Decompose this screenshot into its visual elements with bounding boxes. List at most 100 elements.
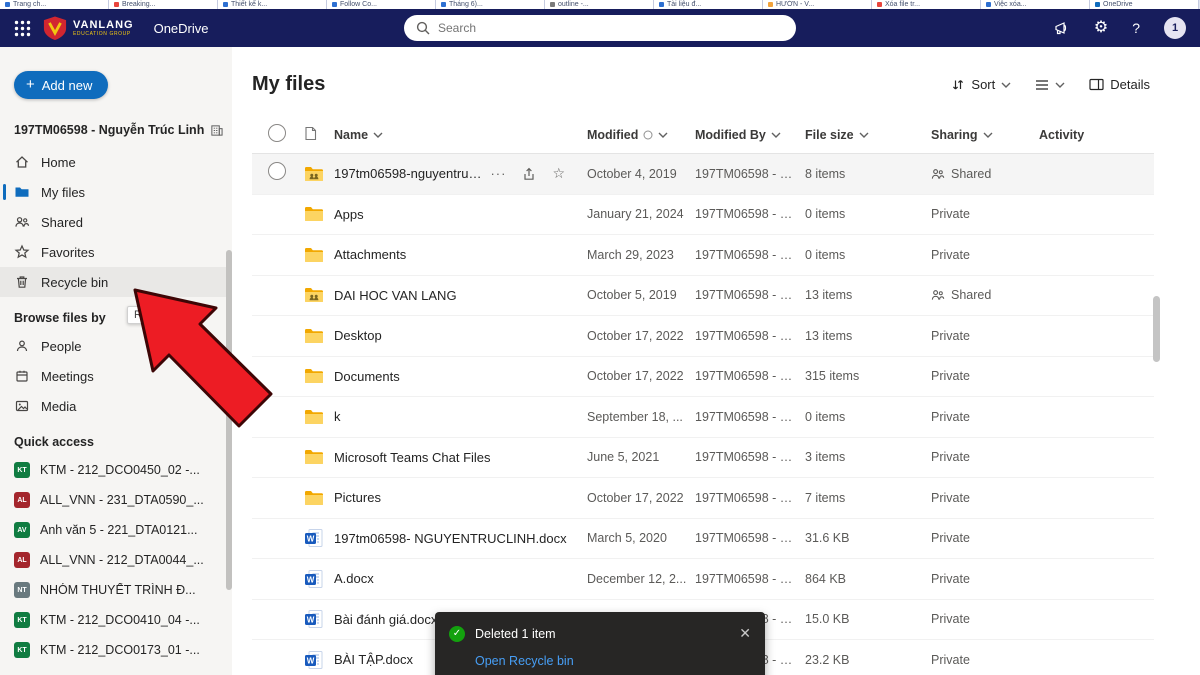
modified-by[interactable]: 197TM06598 - Ngu: [695, 450, 805, 464]
column-sharing[interactable]: Sharing: [931, 128, 1039, 142]
quick-access-item[interactable]: KT KTM - 212_DCO0410_04 -...: [0, 605, 232, 635]
account-name[interactable]: 197TM06598 - Nguyễn Trúc Linh: [14, 123, 222, 137]
modified-by[interactable]: 197TM06598 - Ngu: [695, 248, 805, 262]
sidebar-scrollbar[interactable]: [226, 250, 232, 590]
modified-by[interactable]: 197TM06598 - Ngu: [695, 369, 805, 383]
sidebar-item-shared[interactable]: Shared: [0, 207, 232, 237]
file-name[interactable]: k: [334, 409, 341, 424]
sharing-status[interactable]: Private: [931, 612, 1039, 626]
main-scrollbar[interactable]: [1153, 296, 1160, 362]
quick-access-item[interactable]: KT KTM - 212_DCO0450_02 -...: [0, 455, 232, 485]
table-row[interactable]: W Documents ··· ☆ October 17, 2: [252, 357, 1154, 398]
file-name[interactable]: 197tm06598- NGUYENTRUCLINH.docx: [334, 531, 567, 546]
file-name[interactable]: DAI HOC VAN LANG: [334, 288, 457, 303]
browser-tab[interactable]: outline -...: [545, 0, 654, 9]
sharing-status[interactable]: Private: [931, 329, 1039, 343]
sidebar-item-my-files[interactable]: My files: [0, 177, 232, 207]
search-input[interactable]: [438, 21, 784, 35]
sidebar-item-meetings[interactable]: Meetings: [0, 361, 232, 391]
table-row[interactable]: W A.docx ··· ☆ December 12, 2..: [252, 559, 1154, 600]
file-name[interactable]: Bài đánh giá.docx: [334, 612, 437, 627]
sharing-status[interactable]: Shared: [931, 167, 1039, 181]
table-row[interactable]: W Pictures ··· ☆ October 17, 20: [252, 478, 1154, 519]
modified-by[interactable]: 197TM06598 - Ngu: [695, 288, 805, 302]
modified-by[interactable]: 197TM06598 - Ngu: [695, 329, 805, 343]
file-name[interactable]: 197tm06598-nguyentruclinh: [334, 166, 484, 181]
file-name[interactable]: Apps: [334, 207, 364, 222]
quick-access-item[interactable]: AL ALL_VNN - 231_DTA0590_...: [0, 485, 232, 515]
sidebar-item-favorites[interactable]: Favorites: [0, 237, 232, 267]
sidebar-item-media[interactable]: Media: [0, 391, 232, 421]
search-bar[interactable]: [404, 15, 796, 41]
file-name[interactable]: Pictures: [334, 490, 381, 505]
settings-gear-icon[interactable]: ⚙: [1094, 20, 1108, 36]
modified-by[interactable]: 197TM06598 - Ngu: [695, 167, 805, 181]
column-modified-by[interactable]: Modified By: [695, 128, 805, 142]
table-row[interactable]: W k ··· ☆ September 18, ...: [252, 397, 1154, 438]
file-name[interactable]: Desktop: [334, 328, 382, 343]
quick-access-item[interactable]: NT NHÓM THUYẾT TRÌNH Đ...: [0, 575, 232, 605]
sharing-status[interactable]: Private: [931, 653, 1039, 667]
toast-close-icon[interactable]: ✕: [739, 625, 751, 642]
browser-tab[interactable]: Thiết kế k...: [218, 0, 327, 9]
column-activity[interactable]: Activity: [1039, 128, 1154, 142]
sharing-status[interactable]: Private: [931, 207, 1039, 221]
account-avatar[interactable]: 1: [1164, 17, 1186, 39]
file-type-column-icon[interactable]: [304, 126, 317, 141]
sidebar-item-home[interactable]: Home: [0, 147, 232, 177]
table-row[interactable]: W Desktop ··· ☆ October 17, 202: [252, 316, 1154, 357]
column-modified[interactable]: Modified: [587, 128, 695, 142]
quick-access-item[interactable]: AV Anh văn 5 - 221_DTA0121...: [0, 515, 232, 545]
help-icon[interactable]: ?: [1132, 20, 1140, 36]
modified-by[interactable]: 197TM06598 - Ngu: [695, 572, 805, 586]
file-name[interactable]: A.docx: [334, 571, 374, 586]
file-name[interactable]: Attachments: [334, 247, 406, 262]
browser-tab[interactable]: OneDrive: [1090, 0, 1199, 9]
sharing-status[interactable]: Private: [931, 450, 1039, 464]
browser-tab[interactable]: Xóa file tr...: [872, 0, 981, 9]
browser-tab[interactable]: Tháng 6)...: [436, 0, 545, 9]
browser-tab[interactable]: Việc xóa...: [981, 0, 1090, 9]
row-checkbox[interactable]: [268, 162, 286, 180]
browser-tab[interactable]: Tài liệu đ...: [654, 0, 763, 9]
sharing-status[interactable]: Private: [931, 248, 1039, 262]
sharing-status[interactable]: Private: [931, 369, 1039, 383]
more-actions-icon[interactable]: ···: [490, 166, 506, 181]
table-row[interactable]: W Apps ··· ☆ January 21, 2024: [252, 195, 1154, 236]
sidebar-item-recycle-bin[interactable]: Recycle bin: [0, 267, 232, 297]
file-name[interactable]: Microsoft Teams Chat Files: [334, 450, 491, 465]
table-row[interactable]: W 197tm06598-nguyentruclinh ··· ☆: [252, 154, 1154, 195]
table-row[interactable]: W 197tm06598- NGUYENTRUCLINH.docx ··· ☆: [252, 519, 1154, 560]
favorite-star-icon[interactable]: ☆: [552, 165, 565, 182]
megaphone-icon[interactable]: [1054, 20, 1070, 36]
open-recycle-bin-link[interactable]: Open Recycle bin: [475, 654, 751, 668]
file-name[interactable]: Documents: [334, 369, 400, 384]
table-row[interactable]: W Microsoft Teams Chat Files ··· ☆: [252, 438, 1154, 479]
quick-access-item[interactable]: AL ALL_VNN - 212_DTA0044_...: [0, 545, 232, 575]
sharing-status[interactable]: Private: [931, 491, 1039, 505]
add-new-button[interactable]: + Add new: [14, 71, 108, 99]
table-row[interactable]: W DAI HOC VAN LANG ··· ☆ Octobe: [252, 276, 1154, 317]
column-name[interactable]: Name: [334, 128, 587, 142]
view-options-button[interactable]: [1035, 79, 1065, 91]
sharing-status[interactable]: Shared: [931, 288, 1039, 302]
file-name[interactable]: BÀI TẬP.docx: [334, 652, 413, 667]
browser-tab[interactable]: Trang ch...: [0, 0, 109, 9]
table-row[interactable]: W Attachments ··· ☆ March 29, 2: [252, 235, 1154, 276]
quick-access-item[interactable]: KT KTM - 212_DCO0173_01 -...: [0, 635, 232, 665]
browser-tab[interactable]: Breaking...: [109, 0, 218, 9]
sharing-status[interactable]: Private: [931, 410, 1039, 424]
sort-button[interactable]: Sort: [951, 77, 1011, 92]
modified-by[interactable]: 197TM06598 - Ngu: [695, 531, 805, 545]
share-icon[interactable]: [522, 167, 536, 181]
sidebar-item-people[interactable]: People: [0, 331, 232, 361]
modified-by[interactable]: 197TM06598 - Ngu: [695, 410, 805, 424]
modified-by[interactable]: 197TM06598 - Ngu: [695, 491, 805, 505]
browser-tab[interactable]: HƯỚN - V...: [763, 0, 872, 9]
details-button[interactable]: Details: [1089, 77, 1150, 92]
column-file-size[interactable]: File size: [805, 128, 931, 142]
sharing-status[interactable]: Private: [931, 531, 1039, 545]
sharing-status[interactable]: Private: [931, 572, 1039, 586]
modified-by[interactable]: 197TM06598 - Ngu: [695, 207, 805, 221]
browser-tab[interactable]: Follow Co...: [327, 0, 436, 9]
